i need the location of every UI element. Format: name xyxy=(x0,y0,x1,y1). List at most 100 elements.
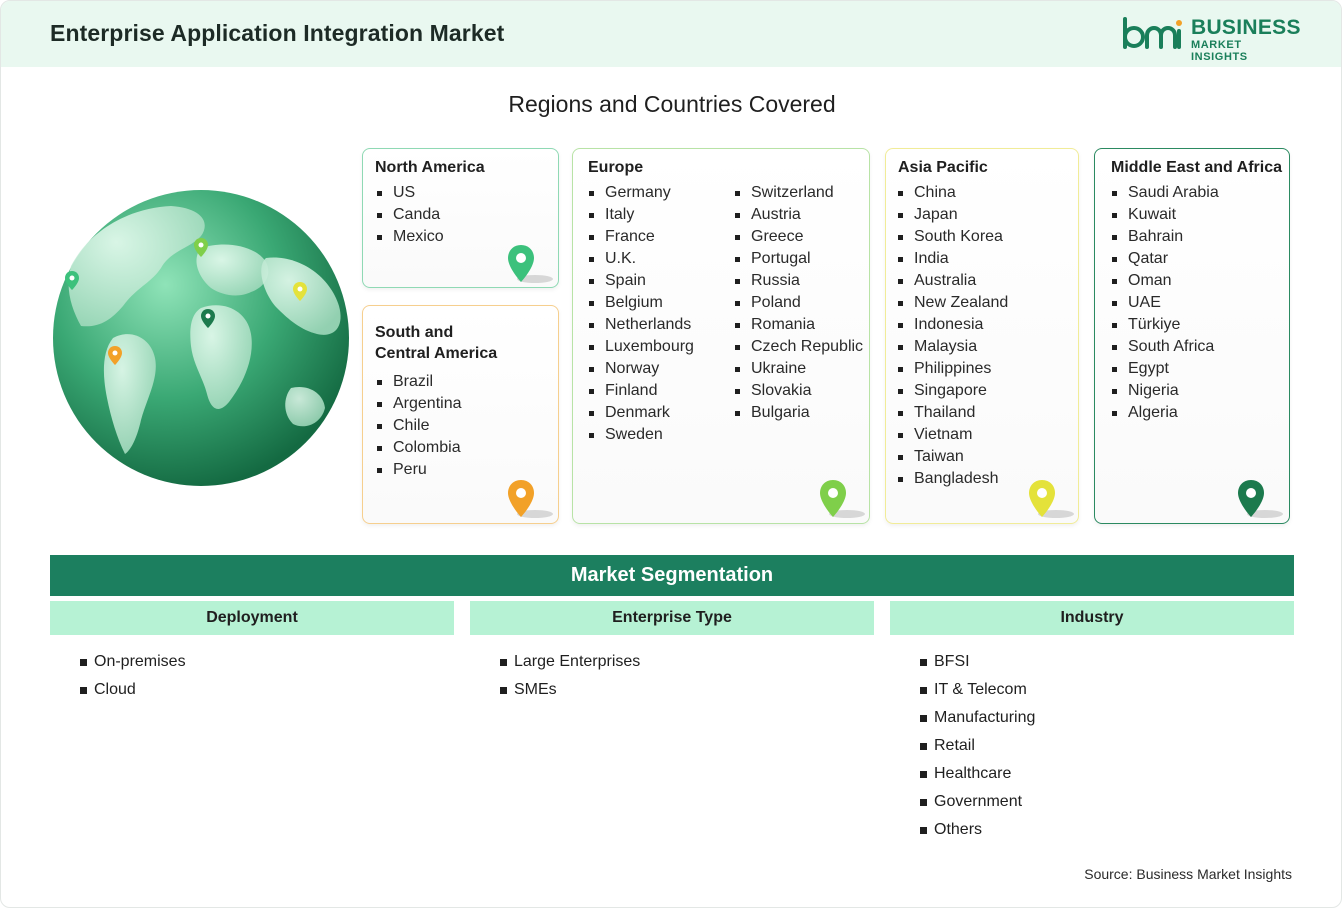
country-item: Saudi Arabia xyxy=(1112,182,1219,204)
segment-heading-industry: Industry xyxy=(890,601,1294,635)
map-pin-icon xyxy=(820,480,865,518)
country-item: US xyxy=(377,182,444,204)
country-item: Nigeria xyxy=(1112,380,1219,402)
country-item: Chile xyxy=(377,415,462,437)
country-item: Qatar xyxy=(1112,248,1219,270)
segment-heading-enterprise-type: Enterprise Type xyxy=(470,601,874,635)
segment-list-industry: BFSI IT & Telecom Manufacturing Retail H… xyxy=(920,648,1035,844)
country-item: Peru xyxy=(377,459,462,481)
region-card-asia-pacific: Asia Pacific China Japan South Korea Ind… xyxy=(885,148,1079,524)
country-item: Singapore xyxy=(898,380,1008,402)
country-list-north-america: US Canda Mexico xyxy=(377,182,444,248)
country-item: Brazil xyxy=(377,371,462,393)
country-item: Netherlands xyxy=(589,314,694,336)
country-item: Bangladesh xyxy=(898,468,1008,490)
country-item: Malaysia xyxy=(898,336,1008,358)
map-pin-icon xyxy=(508,480,553,518)
country-item: Oman xyxy=(1112,270,1219,292)
list-item: Government xyxy=(920,788,1035,816)
country-item: Philippines xyxy=(898,358,1008,380)
map-pin-icon xyxy=(1029,480,1074,518)
country-item: Greece xyxy=(735,226,863,248)
country-item: Germany xyxy=(589,182,694,204)
country-item: Russia xyxy=(735,270,863,292)
list-item: Others xyxy=(920,816,1035,844)
country-item: Mexico xyxy=(377,226,444,248)
country-item: Japan xyxy=(898,204,1008,226)
country-item: Indonesia xyxy=(898,314,1008,336)
region-title-line: Central America xyxy=(375,345,498,362)
list-item: IT & Telecom xyxy=(920,676,1035,704)
segment-list-enterprise-type: Large Enterprises SMEs xyxy=(500,648,640,704)
infographic-frame: Enterprise Application Integration Marke… xyxy=(0,0,1342,908)
country-item: New Zealand xyxy=(898,292,1008,314)
header-bar: Enterprise Application Integration Marke… xyxy=(1,1,1341,67)
country-item: Finland xyxy=(589,380,694,402)
country-item: Italy xyxy=(589,204,694,226)
country-item: Türkiye xyxy=(1112,314,1219,336)
logo-word-market-insights: MARKET INSIGHTS xyxy=(1191,39,1248,63)
globe-icon xyxy=(53,190,349,486)
country-item: Belgium xyxy=(589,292,694,314)
country-item: France xyxy=(589,226,694,248)
country-item: Kuwait xyxy=(1112,204,1219,226)
country-item: Czech Republic xyxy=(735,336,863,358)
region-card-south-central-america: South and Central America Brazil Argenti… xyxy=(362,305,559,524)
region-title-asia-pacific: Asia Pacific xyxy=(898,159,988,176)
regions-title: Regions and Countries Covered xyxy=(508,91,836,117)
region-title-europe: Europe xyxy=(588,159,644,176)
region-card-middle-east-africa: Middle East and Africa Saudi Arabia Kuwa… xyxy=(1094,148,1290,524)
country-item: Portugal xyxy=(735,248,863,270)
bmi-logo: BUSINESS MARKET INSIGHTS xyxy=(1121,15,1301,63)
list-item: Manufacturing xyxy=(920,704,1035,732)
country-item: South Korea xyxy=(898,226,1008,248)
country-item: Algeria xyxy=(1112,402,1219,424)
country-item: Taiwan xyxy=(898,446,1008,468)
region-title-middle-east-africa: Middle East and Africa xyxy=(1111,159,1282,176)
country-item: Colombia xyxy=(377,437,462,459)
segment-list-deployment: On-premises Cloud xyxy=(80,648,186,704)
country-list-europe-col1: Germany Italy France U.K. Spain Belgium … xyxy=(589,182,694,446)
segment-heading-deployment: Deployment xyxy=(50,601,454,635)
logo-word-business: BUSINESS xyxy=(1191,16,1301,39)
country-item: Luxembourg xyxy=(589,336,694,358)
country-item: Norway xyxy=(589,358,694,380)
country-item: Poland xyxy=(735,292,863,314)
region-title-south-central-america: South and Central America xyxy=(375,322,497,364)
country-item: Slovakia xyxy=(735,380,863,402)
country-list-middle-east-africa: Saudi Arabia Kuwait Bahrain Qatar Oman U… xyxy=(1112,182,1219,424)
country-item: Spain xyxy=(589,270,694,292)
segmentation-title-bar: Market Segmentation xyxy=(50,555,1294,596)
region-card-europe: Europe Germany Italy France U.K. Spain B… xyxy=(572,148,870,524)
list-item: On-premises xyxy=(80,648,186,676)
region-card-north-america: North America US Canda Mexico xyxy=(362,148,559,288)
page-title: Enterprise Application Integration Marke… xyxy=(50,20,505,46)
list-item: Large Enterprises xyxy=(500,648,640,676)
country-item: U.K. xyxy=(589,248,694,270)
list-item: Cloud xyxy=(80,676,186,704)
list-item: SMEs xyxy=(500,676,640,704)
map-pin-icon xyxy=(508,245,553,283)
country-item: Switzerland xyxy=(735,182,863,204)
country-item: South Africa xyxy=(1112,336,1219,358)
country-list-south-central-america: Brazil Argentina Chile Colombia Peru xyxy=(377,371,462,481)
country-item: UAE xyxy=(1112,292,1219,314)
country-item: Canda xyxy=(377,204,444,226)
bmi-logo-mark-icon xyxy=(1123,17,1182,49)
country-item: China xyxy=(898,182,1008,204)
country-item: India xyxy=(898,248,1008,270)
list-item: Healthcare xyxy=(920,760,1035,788)
country-item: Australia xyxy=(898,270,1008,292)
map-pin-icon xyxy=(1238,480,1283,518)
list-item: BFSI xyxy=(920,648,1035,676)
country-item: Argentina xyxy=(377,393,462,415)
country-item: Vietnam xyxy=(898,424,1008,446)
country-item: Thailand xyxy=(898,402,1008,424)
source-note: Source: Business Market Insights xyxy=(1084,866,1292,882)
country-item: Sweden xyxy=(589,424,694,446)
country-item: Egypt xyxy=(1112,358,1219,380)
region-title-line: South and xyxy=(375,324,454,341)
country-item: Austria xyxy=(735,204,863,226)
country-list-europe-col2: Switzerland Austria Greece Portugal Russ… xyxy=(735,182,863,424)
region-title-north-america: North America xyxy=(375,159,485,176)
